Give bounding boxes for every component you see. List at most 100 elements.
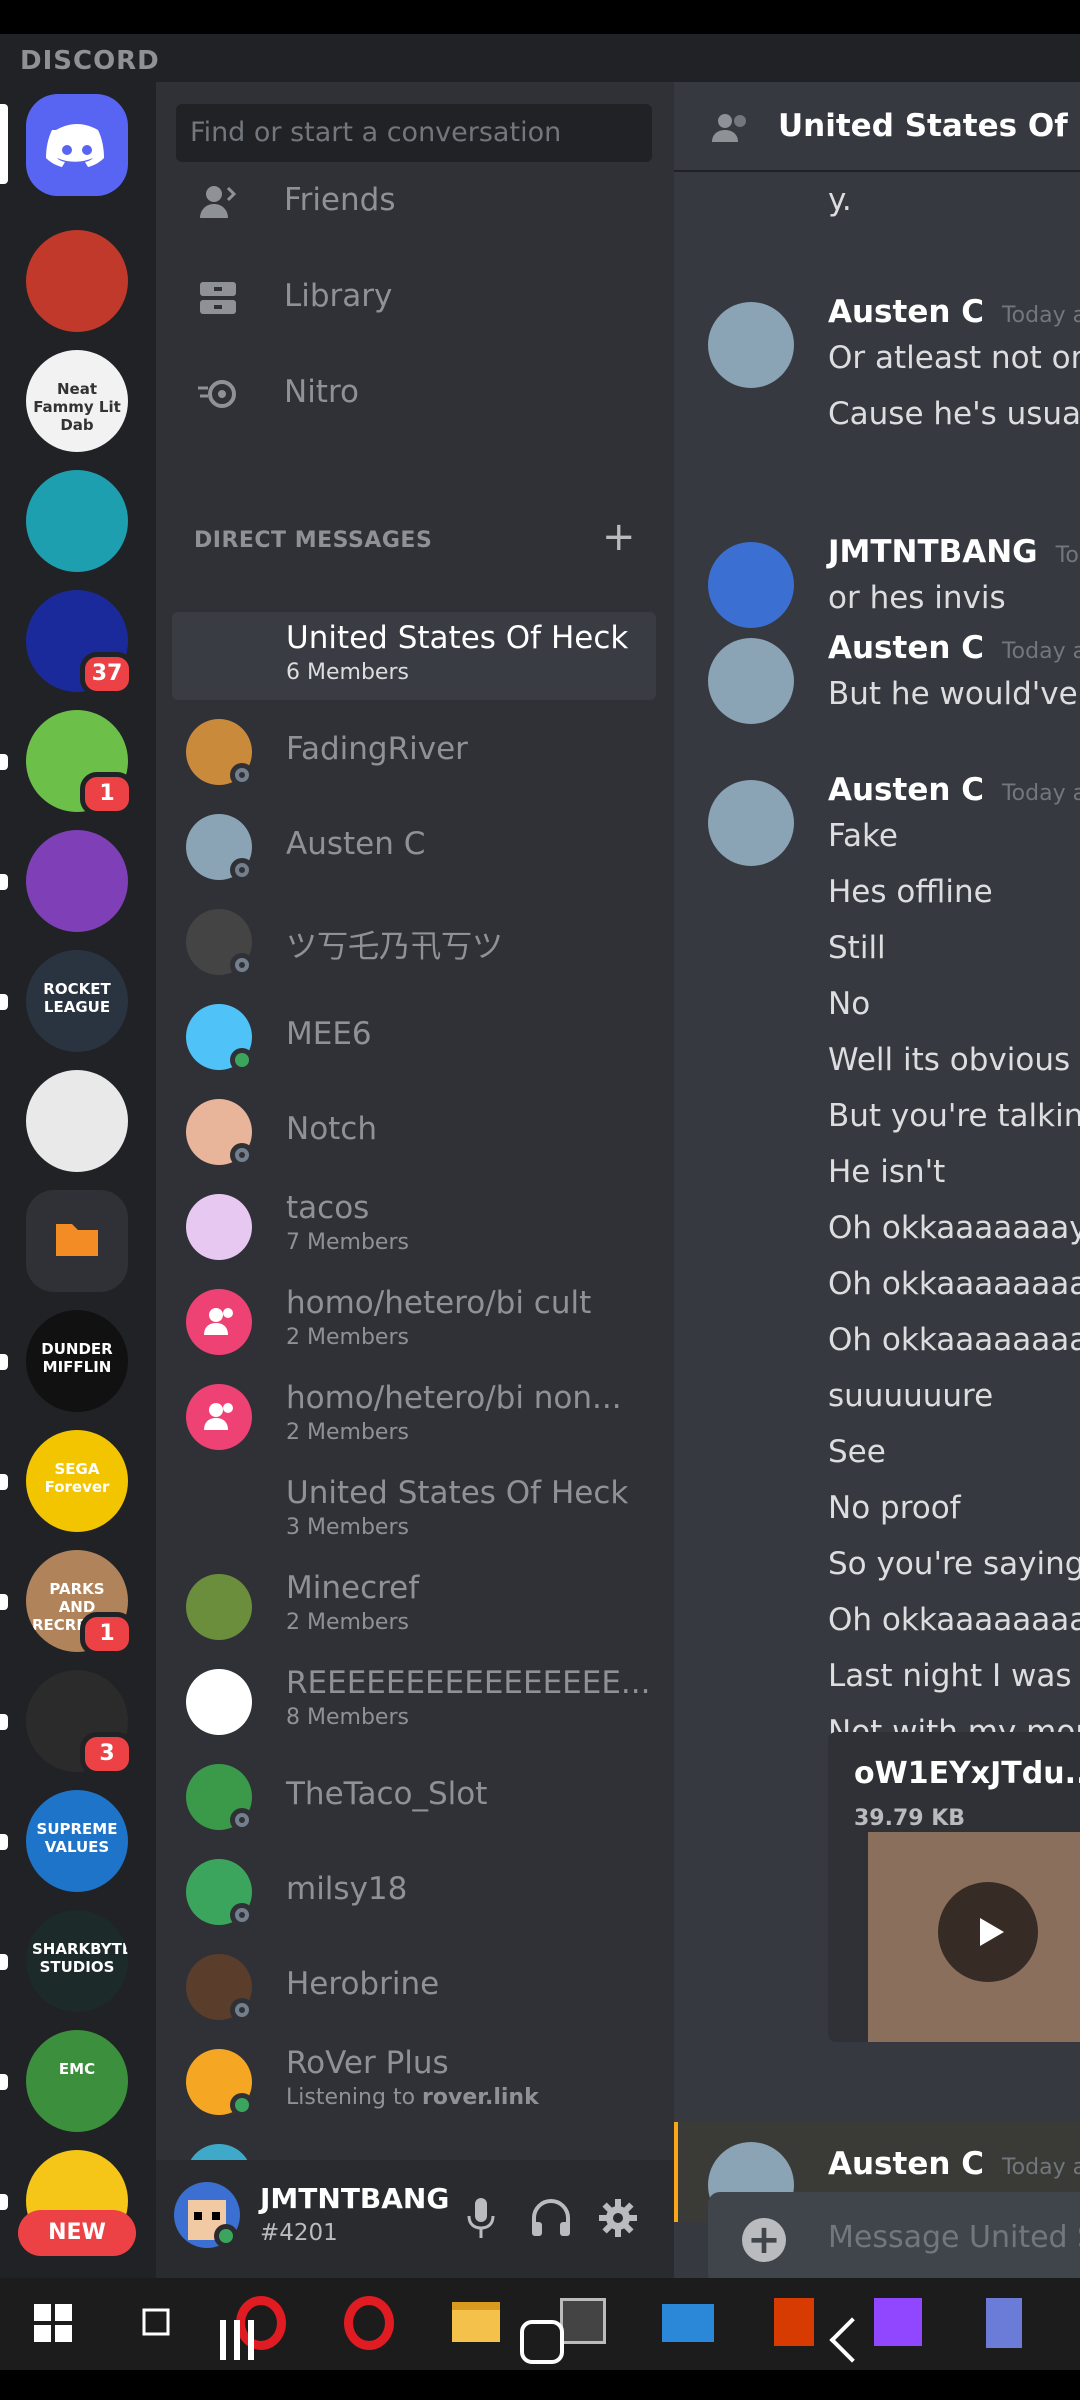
status-indicator [230, 1998, 254, 2022]
server-building[interactable] [26, 470, 128, 572]
message-composer[interactable]: + Message United S [708, 2192, 1080, 2278]
server-supreme-values[interactable]: SUPREME VALUES [26, 1790, 128, 1892]
office-icon[interactable] [774, 2298, 814, 2346]
message-author[interactable]: JMTNTBANGToo [828, 534, 1080, 570]
headphones-icon[interactable] [530, 2198, 572, 2238]
dm-item[interactable]: United States Of Heck 3 Members [172, 1467, 656, 1555]
nav-friends[interactable]: Friends [156, 162, 674, 242]
user-tag: #4201 [260, 2220, 338, 2246]
mention-badge: 1 [80, 772, 134, 816]
attachment-card[interactable]: oW1EYxJTdu... 39.79 KB [828, 1732, 1080, 2042]
dm-item[interactable]: milsy18 [172, 1847, 656, 1935]
dm-item[interactable]: REEEEEEEEEEEEEEEE... 8 Members [172, 1657, 656, 1745]
dm-item[interactable]: Austen C [172, 802, 656, 890]
opera-icon[interactable] [344, 2296, 394, 2350]
status-indicator [230, 1808, 254, 1832]
status-indicator [230, 953, 254, 977]
server-foot[interactable] [26, 1070, 128, 1172]
dm-item[interactable]: Notch [172, 1087, 656, 1175]
message-text: No [828, 986, 871, 1022]
dm-item[interactable]: tacos 7 Members [172, 1182, 656, 1270]
dm-item[interactable]: homo/hetero/bi cult 2 Members [172, 1277, 656, 1365]
twitch-icon[interactable] [874, 2298, 922, 2346]
chat-panel: United States Of Heck y. Austen CToday at… [674, 82, 1080, 2278]
server-rocket-league[interactable]: ROCKET LEAGUE [26, 950, 128, 1052]
dm-name: Minecref [286, 1570, 420, 1606]
dm-name: FadingRiver [286, 731, 468, 767]
nav-nitro[interactable]: Nitro [156, 354, 674, 434]
direct-messages-header: DIRECT MESSAGES [194, 528, 433, 553]
settings-gear-icon[interactable] [598, 2198, 638, 2238]
server-rocket-league-label: ROCKET LEAGUE [43, 980, 111, 1016]
group-members-icon[interactable] [710, 112, 752, 142]
dm-item[interactable]: homo/hetero/bi non... 2 Members [172, 1372, 656, 1460]
server-sharkbyte[interactable]: SHARKBYTE STUDIOS [26, 1910, 128, 2012]
server-tnt[interactable] [26, 230, 128, 332]
mail-icon[interactable] [662, 2304, 714, 2342]
server-emc[interactable]: EMC [26, 2030, 128, 2132]
message-text: No proof [828, 1490, 961, 1526]
dm-avatar [186, 1384, 252, 1450]
message-author[interactable]: Austen CToday at [828, 630, 1080, 666]
file-explorer-icon[interactable] [452, 2302, 500, 2342]
attachment-name[interactable]: oW1EYxJTdu... [854, 1756, 1080, 1791]
discord-home[interactable] [26, 94, 128, 196]
dm-name: Notch [286, 1111, 378, 1147]
home-button[interactable] [520, 2320, 564, 2364]
create-dm-plus-icon[interactable]: + [602, 514, 636, 560]
add-attachment-plus-icon[interactable]: + [742, 2218, 786, 2262]
dm-item[interactable]: United States Of Heck 6 Members [172, 612, 656, 700]
opera-icon[interactable] [236, 2296, 286, 2350]
message-avatar[interactable] [708, 302, 794, 388]
message-text: Oh okkaaaaaaaaa [828, 1266, 1080, 1302]
user-name: JMTNTBANG [260, 2182, 450, 2215]
folder-icon [56, 1224, 98, 1256]
server-dunder-mifflin[interactable]: DUNDER MIFFLIN [26, 1310, 128, 1412]
message-avatar[interactable] [708, 638, 794, 724]
group-icon [204, 1308, 233, 1335]
dm-name: United States Of Heck [286, 1475, 629, 1511]
message-avatar[interactable] [708, 780, 794, 866]
dm-name: ツ丂乇乃卂丂ツ [286, 929, 503, 965]
group-icon [204, 1403, 233, 1430]
dm-item[interactable]: RoVer Plus Listening to rover.link [172, 2037, 656, 2125]
server-folder[interactable] [26, 1190, 128, 1292]
microphone-icon[interactable] [466, 2196, 496, 2240]
dm-item[interactable]: Herobrine [172, 1942, 656, 2030]
dm-name: MEE6 [286, 1016, 372, 1052]
last-message-author: Austen CToday at [828, 2146, 1080, 2182]
store-icon[interactable] [560, 2298, 606, 2344]
dm-item[interactable]: Minecref 2 Members [172, 1562, 656, 1650]
dm-name: homo/hetero/bi cult [286, 1285, 592, 1321]
message-author[interactable]: Austen CToday at [828, 772, 1080, 808]
unread-pill [0, 2074, 8, 2090]
server-sharkbyte-label: SHARKBYTE STUDIOS [32, 1940, 128, 1976]
server-cap[interactable] [26, 830, 128, 932]
dm-name: TheTaco_Slot [286, 1776, 488, 1812]
server-white[interactable]: Neat Fammy Lit Dab [26, 350, 128, 452]
message-author[interactable]: Austen CToday at [828, 294, 1080, 330]
status-indicator [230, 2093, 254, 2117]
message-avatar[interactable] [708, 542, 794, 628]
message-input[interactable]: Message United S [828, 2220, 1080, 2255]
task-view-icon[interactable] [138, 2304, 174, 2340]
calculator-icon[interactable] [986, 2298, 1022, 2348]
play-button[interactable] [938, 1882, 1038, 1982]
nav-library[interactable]: Library [156, 258, 674, 338]
windows-start-icon[interactable] [34, 2304, 72, 2342]
server-supreme-values-label: SUPREME VALUES [36, 1820, 118, 1856]
dm-item[interactable]: TheTaco_Slot [172, 1752, 656, 1840]
mention-badge: 37 [80, 652, 134, 696]
message-text: But you're talking [828, 1098, 1080, 1134]
new-badge: NEW [18, 2210, 136, 2256]
status-indicator [230, 763, 254, 787]
search-input[interactable]: Find or start a conversation [176, 104, 652, 162]
message-text: Still [828, 930, 886, 966]
chat-header: United States Of Heck [674, 82, 1080, 172]
server-sega-forever[interactable]: SEGA Forever [26, 1430, 128, 1532]
dm-item[interactable]: ツ丂乇乃卂丂ツ [172, 897, 656, 985]
dm-item[interactable]: FadingRiver [172, 707, 656, 795]
dm-item[interactable]: MEE6 [172, 992, 656, 1080]
recents-button[interactable] [220, 2320, 226, 2360]
nav-nitro-label: Nitro [284, 374, 359, 410]
